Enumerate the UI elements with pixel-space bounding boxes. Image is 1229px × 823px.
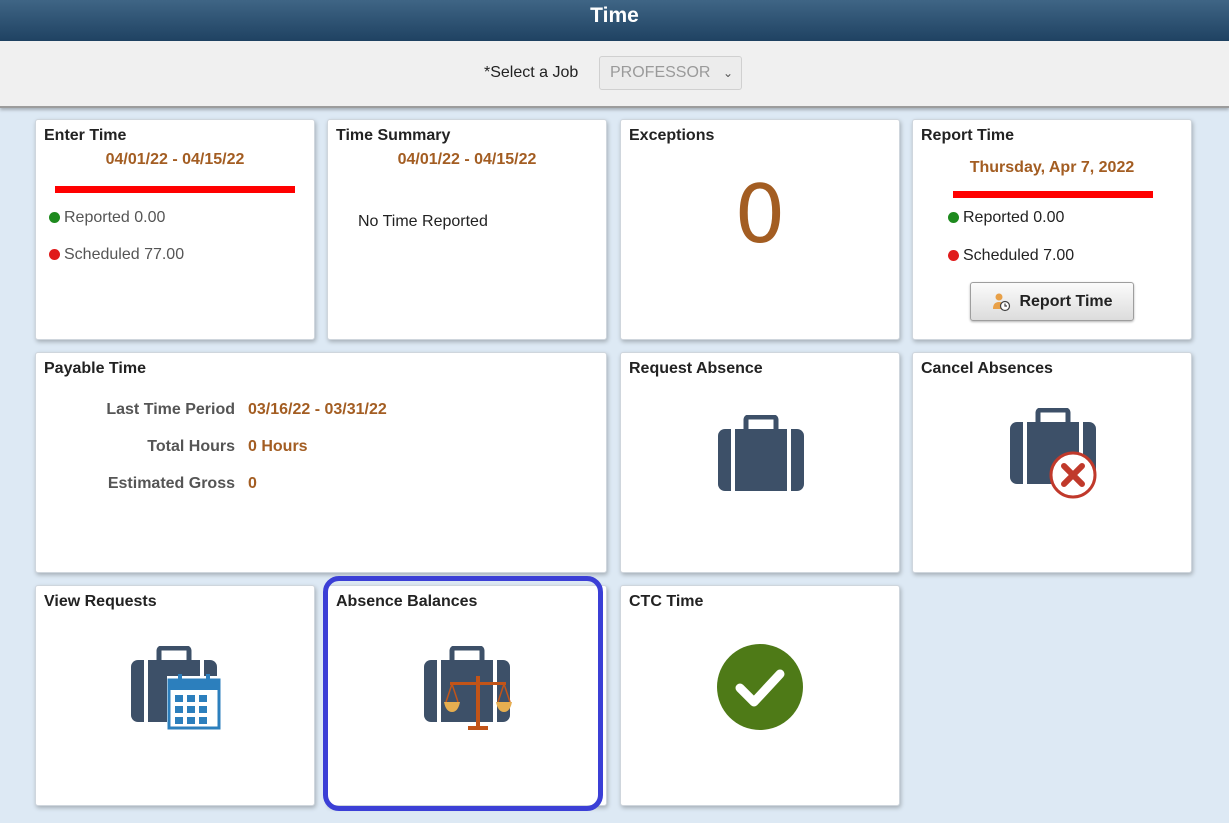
- job-select-value: PROFESSOR: [610, 64, 711, 81]
- tile-time-summary[interactable]: Time Summary 04/01/22 - 04/15/22 No Time…: [327, 119, 607, 340]
- tile-ctc-time[interactable]: CTC Time: [620, 585, 900, 806]
- person-clock-icon: [991, 292, 1011, 312]
- tile-title: Cancel Absences: [921, 360, 1053, 377]
- payable-row-value: 03/16/22 - 03/31/22: [248, 401, 387, 418]
- tile-exceptions[interactable]: Exceptions 0: [620, 119, 900, 340]
- reported-stat: Reported 0.00: [49, 209, 165, 227]
- reported-text: Reported 0.00: [64, 209, 166, 226]
- scheduled-stat: Scheduled 77.00: [49, 246, 184, 264]
- scheduled-text: Scheduled 7.00: [963, 247, 1075, 264]
- tile-title: Payable Time: [44, 360, 146, 377]
- payable-row-label: Total Hours: [147, 438, 235, 455]
- tile-payable-time[interactable]: Payable Time Last Time Period 03/16/22 -…: [35, 352, 607, 573]
- tile-report-time[interactable]: Report Time Thursday, Apr 7, 2022 Report…: [912, 119, 1192, 340]
- job-selector-bar: *Select a Job PROFESSOR ⌄: [0, 41, 1229, 108]
- reported-stat: Reported 0.00: [948, 209, 1064, 227]
- tile-title: Enter Time: [44, 127, 127, 144]
- chevron-down-icon: ⌄: [722, 66, 733, 80]
- tile-title: View Requests: [44, 593, 157, 610]
- briefcase-cancel-icon: [1008, 408, 1100, 500]
- exceptions-count: 0: [734, 168, 786, 261]
- job-select-label: *Select a Job: [484, 64, 579, 81]
- tile-title: Exceptions: [629, 127, 715, 144]
- report-time-button[interactable]: Report Time: [970, 282, 1134, 321]
- reported-text: Reported 0.00: [963, 209, 1065, 226]
- tile-cancel-absences[interactable]: Cancel Absences: [912, 352, 1192, 573]
- briefcase-icon: [716, 415, 806, 495]
- scheduled-stat: Scheduled 7.00: [948, 247, 1074, 265]
- tile-title: CTC Time: [629, 593, 704, 610]
- red-dot-icon: [49, 249, 60, 260]
- selection-highlight: [323, 576, 603, 811]
- tile-title: Request Absence: [629, 360, 763, 377]
- page-title: Time: [590, 4, 639, 27]
- payable-row-label: Estimated Gross: [107, 475, 235, 492]
- tile-enter-time[interactable]: Enter Time 04/01/22 - 04/15/22 Reported …: [35, 119, 315, 340]
- job-select-dropdown[interactable]: PROFESSOR ⌄: [599, 56, 742, 90]
- payable-row-value: 0: [248, 475, 257, 492]
- payable-row-label: Last Time Period: [106, 401, 235, 418]
- report-date: Thursday, Apr 7, 2022: [969, 159, 1135, 176]
- tile-request-absence[interactable]: Request Absence: [620, 352, 900, 573]
- red-dot-icon: [948, 250, 959, 261]
- progress-bar: [953, 191, 1153, 198]
- progress-bar: [55, 186, 295, 193]
- scheduled-text: Scheduled 77.00: [64, 246, 185, 263]
- report-time-button-label: Report Time: [1019, 292, 1113, 310]
- tile-title: Time Summary: [336, 127, 451, 144]
- green-dot-icon: [948, 212, 959, 223]
- period-text: 04/01/22 - 04/15/22: [105, 151, 245, 168]
- payable-row-value: 0 Hours: [248, 438, 308, 455]
- green-dot-icon: [49, 212, 60, 223]
- page-header: Time: [0, 0, 1229, 41]
- briefcase-calendar-icon: [129, 646, 223, 732]
- no-time-message: No Time Reported: [358, 213, 488, 230]
- checkmark-circle-icon: [716, 643, 804, 731]
- tile-view-requests[interactable]: View Requests: [35, 585, 315, 806]
- tile-title: Report Time: [921, 127, 1015, 144]
- period-text: 04/01/22 - 04/15/22: [397, 151, 537, 168]
